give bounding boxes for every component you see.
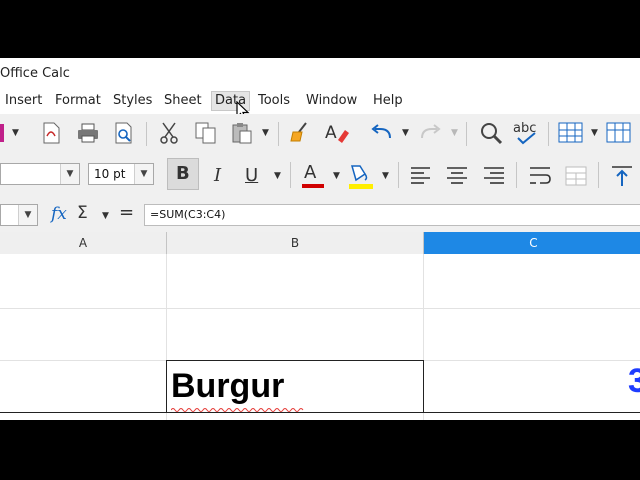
formula-icon[interactable]: =: [119, 202, 134, 223]
title-bar: Office Calc: [0, 58, 640, 88]
font-name-combo[interactable]: ▼: [0, 163, 80, 185]
column-icon[interactable]: [606, 122, 632, 144]
chevron-down-icon[interactable]: ▼: [60, 164, 79, 184]
sum-icon[interactable]: Σ: [77, 203, 88, 223]
font-color-dropdown-icon[interactable]: ▼: [333, 171, 340, 181]
sum-dropdown-icon[interactable]: ▼: [102, 211, 109, 221]
menu-format[interactable]: Format: [52, 92, 104, 110]
export-pdf-icon[interactable]: [40, 121, 62, 145]
new-icon[interactable]: [0, 124, 4, 142]
svg-text:A: A: [325, 123, 337, 143]
separator: [290, 162, 291, 188]
align-top-icon[interactable]: [610, 164, 634, 188]
separator: [278, 122, 279, 146]
calc-window: Office Calc Insert Format Styles Sheet D…: [0, 58, 640, 420]
underline-icon[interactable]: U: [245, 165, 258, 186]
standard-toolbar: ▼ ▼ A ▼ ▼ abc ▼: [0, 114, 640, 154]
new-dropdown-icon[interactable]: ▼: [12, 128, 19, 138]
chevron-down-icon[interactable]: ▼: [18, 205, 37, 225]
chevron-down-icon[interactable]: ▼: [134, 164, 153, 184]
cell-b3[interactable]: Burgur: [166, 360, 424, 412]
highlight-icon[interactable]: [346, 162, 374, 190]
column-header-b[interactable]: B: [167, 232, 424, 254]
formula-input[interactable]: =SUM(C3:C4): [144, 204, 640, 226]
copy-icon[interactable]: [194, 121, 218, 145]
formula-text: =SUM(C3:C4): [150, 208, 226, 221]
cell-b3-text: Burgur: [171, 367, 285, 405]
paste-icon[interactable]: [230, 121, 254, 145]
align-right-icon[interactable]: [483, 166, 505, 186]
function-wizard-icon[interactable]: fx: [51, 204, 67, 224]
wrap-text-icon[interactable]: [528, 164, 552, 188]
highlight-dropdown-icon[interactable]: ▼: [382, 171, 389, 181]
print-preview-icon[interactable]: [112, 121, 136, 145]
bold-icon: B: [176, 163, 190, 184]
redo-icon[interactable]: [418, 122, 442, 144]
gridline: [0, 412, 640, 413]
align-left-icon[interactable]: [410, 166, 432, 186]
font-color-icon[interactable]: A: [300, 162, 326, 190]
separator: [598, 162, 599, 188]
menu-styles[interactable]: Styles: [110, 92, 155, 110]
column-headers: A B C: [0, 232, 640, 255]
align-center-icon[interactable]: [446, 166, 468, 186]
clone-formatting-icon[interactable]: [288, 120, 312, 144]
menu-window[interactable]: Window: [303, 92, 360, 110]
clear-formatting-icon[interactable]: A: [324, 120, 350, 144]
bold-button[interactable]: B: [167, 158, 199, 190]
italic-icon[interactable]: I: [214, 165, 221, 186]
menu-bar: Insert Format Styles Sheet Data Tools Wi…: [0, 88, 640, 121]
font-size-combo[interactable]: 10 pt ▼: [88, 163, 154, 185]
find-replace-icon[interactable]: [478, 120, 504, 146]
merge-cells-icon[interactable]: [564, 164, 588, 188]
separator: [548, 122, 549, 146]
column-header-a[interactable]: A: [0, 232, 167, 254]
cell-c3-value[interactable]: 3: [628, 362, 640, 401]
sheet-grid[interactable]: Burgur 3: [0, 254, 640, 420]
undo-icon[interactable]: [370, 122, 394, 144]
name-box[interactable]: ▼: [0, 204, 38, 226]
menu-insert[interactable]: Insert: [2, 92, 45, 110]
underline-dropdown-icon[interactable]: ▼: [274, 171, 281, 181]
redo-dropdown-icon[interactable]: ▼: [451, 128, 458, 138]
separator: [146, 122, 147, 146]
undo-dropdown-icon[interactable]: ▼: [402, 128, 409, 138]
menu-tools[interactable]: Tools: [255, 92, 293, 110]
spellcheck-underline: [171, 408, 304, 412]
print-icon[interactable]: [76, 122, 100, 144]
menu-sheet[interactable]: Sheet: [161, 92, 205, 110]
row-dropdown-icon[interactable]: ▼: [591, 128, 598, 138]
spelling-icon[interactable]: abc: [512, 118, 542, 146]
separator: [516, 162, 517, 188]
separator: [466, 122, 467, 146]
font-size-value: 10 pt: [94, 167, 126, 181]
cut-icon[interactable]: [158, 121, 180, 145]
row-icon[interactable]: [558, 122, 584, 144]
menu-help[interactable]: Help: [370, 92, 406, 110]
separator: [398, 162, 399, 188]
column-header-c[interactable]: C: [424, 232, 640, 254]
window-title: Office Calc: [0, 66, 70, 81]
gridline: [0, 308, 640, 309]
paste-dropdown-icon[interactable]: ▼: [262, 128, 269, 138]
